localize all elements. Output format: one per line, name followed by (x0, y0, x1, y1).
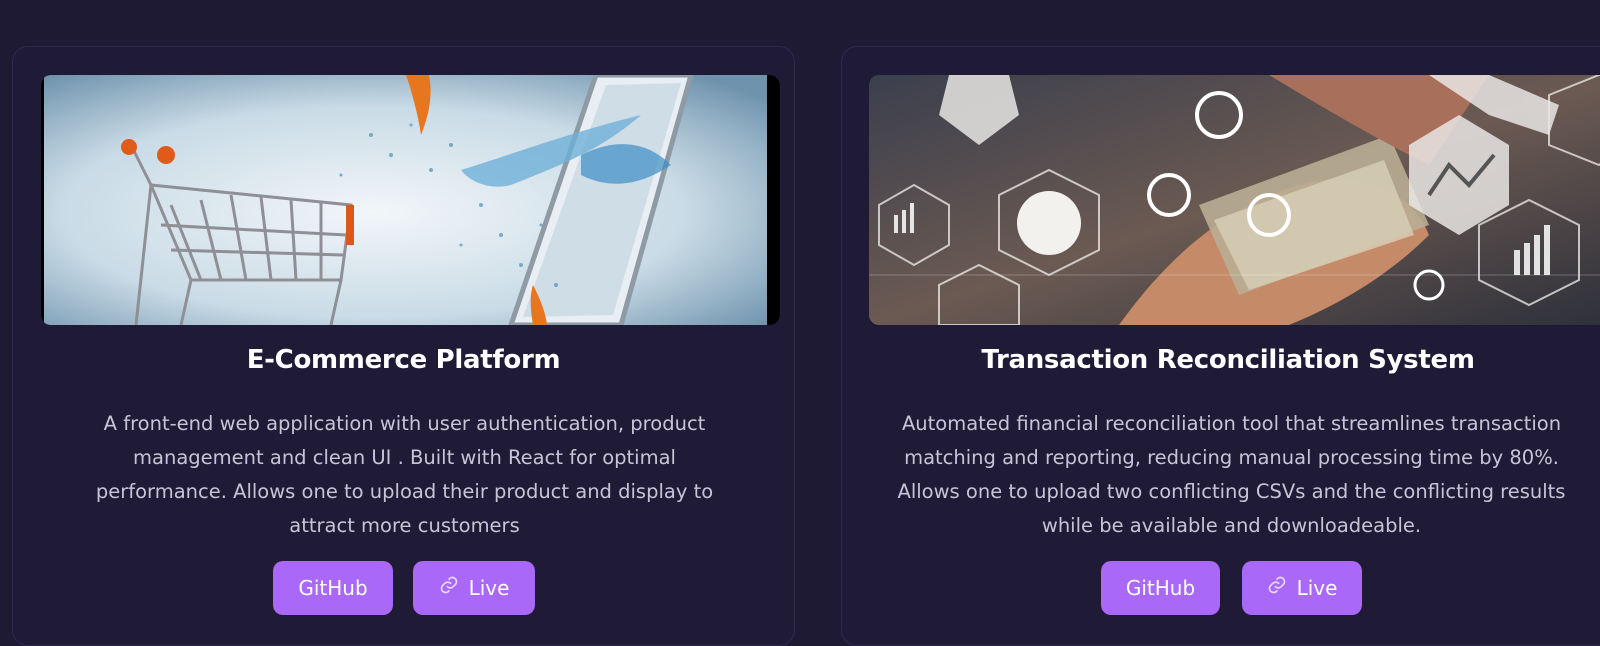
project-description: A front-end web application with user au… (95, 412, 714, 537)
project-title: Transaction Reconciliation System (981, 345, 1475, 375)
live-button-label: Live (1296, 576, 1338, 600)
link-icon (1267, 561, 1287, 615)
link-icon (439, 561, 459, 615)
project-title: E-Commerce Platform (246, 345, 561, 375)
live-button-label: Live (468, 576, 510, 600)
live-button[interactable]: Live (413, 561, 535, 615)
project-image-ecommerce (41, 75, 780, 325)
live-button[interactable]: Live (1242, 561, 1362, 615)
project-card-reconciliation: Transaction Reconciliation System Automa… (841, 46, 1600, 646)
project-image-reconciliation (869, 75, 1600, 325)
github-button[interactable]: GitHub (273, 561, 393, 615)
github-button-label: GitHub (1125, 576, 1196, 600)
github-button[interactable]: GitHub (1101, 561, 1220, 615)
project-card-ecommerce: E-Commerce Platform A front-end web appl… (12, 46, 795, 646)
project-description: Automated financial reconciliation tool … (897, 412, 1566, 537)
github-button-label: GitHub (298, 576, 368, 600)
